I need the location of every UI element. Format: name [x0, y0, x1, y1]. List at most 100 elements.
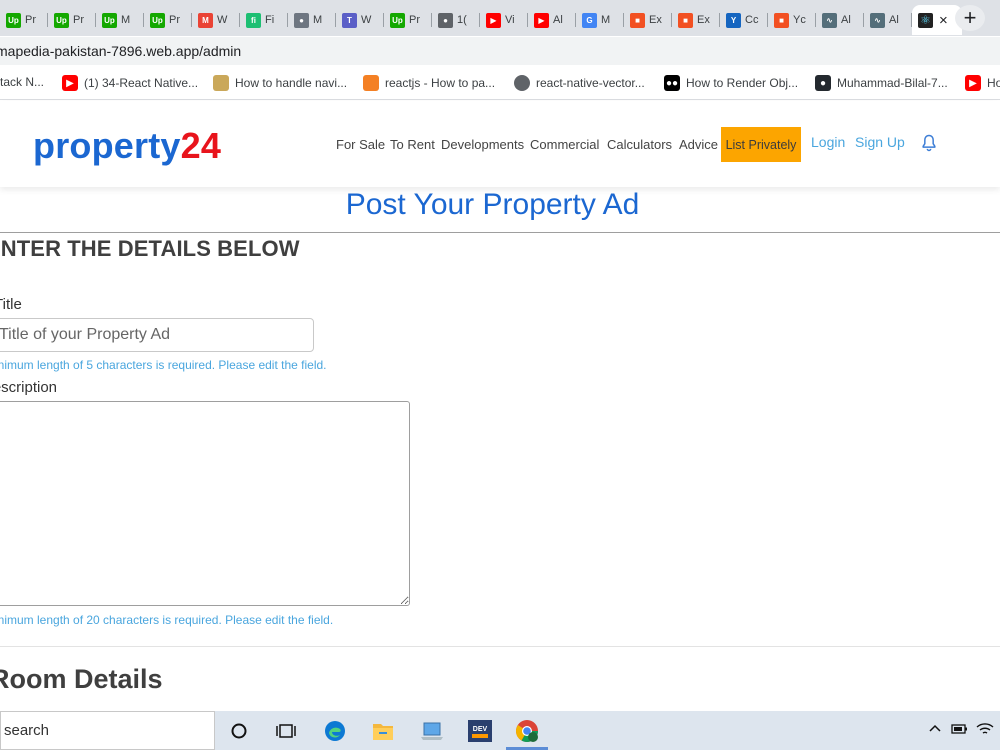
browser-tab[interactable]: ▶ Al — [528, 5, 576, 35]
bookmark-item[interactable]: ● Muhammad-Bilal-7... — [815, 75, 948, 91]
description-textarea[interactable] — [0, 401, 410, 606]
browser-tab[interactable]: ▶ Vi — [480, 5, 528, 35]
browser-tab[interactable]: ■ Ex — [672, 5, 720, 35]
tab-label: M — [601, 14, 611, 26]
github-icon: ● — [294, 12, 309, 28]
bookmark-item[interactable]: reactjs - How to pa... — [363, 75, 495, 91]
youtube-icon: ▶ — [62, 75, 78, 91]
browser-tab[interactable]: ● 1( — [432, 5, 480, 35]
browser-tab-strip: Up Pr Up Pr Up M Up Pr M Wfi Fi ● M T W Up Pr ● 1(▶ Vi ▶ Al G M… — [0, 0, 1000, 36]
tab-label: Vi — [505, 14, 515, 26]
browser-tab[interactable]: Up Pr — [0, 5, 48, 35]
bookmark-item[interactable]: ▶ (1) 34-React Native... — [62, 75, 198, 91]
cortana-icon[interactable] — [226, 718, 252, 744]
nav-calculators[interactable]: Calculators — [607, 137, 672, 152]
globe-icon: ● — [438, 12, 453, 28]
chrome-icon[interactable] — [514, 718, 540, 744]
browser-tab[interactable]: MW — [192, 5, 240, 35]
browser-tab[interactable]: Up Pr — [384, 5, 432, 35]
microsoft-icon: ■ — [630, 12, 645, 28]
tab-label: W — [217, 14, 228, 26]
bookmark-label: How to Render Obj... — [686, 76, 799, 90]
section-heading: ENTER THE DETAILS BELOW — [0, 236, 300, 261]
youtube-icon: ▶ — [965, 75, 981, 91]
nav-developments[interactable]: Developments — [441, 137, 524, 152]
tab-label: Al — [889, 14, 899, 26]
new-tab-button[interactable]: + — [955, 5, 985, 31]
nav-commercial[interactable]: Commercial — [530, 137, 599, 152]
browser-tab[interactable]: Y Cc — [720, 5, 768, 35]
task-view-icon[interactable] — [273, 718, 299, 744]
tab-label: Cc — [745, 14, 759, 26]
bookmark-label: reactjs - How to pa... — [385, 76, 496, 90]
bookmark-label: Ho — [987, 76, 1000, 90]
upwork-icon: Up — [390, 12, 405, 28]
fiverr-icon: fi — [246, 12, 261, 28]
login-link[interactable]: Login — [811, 134, 845, 150]
divider — [0, 646, 1000, 647]
upwork-icon: Up — [6, 12, 21, 28]
upwork-icon: Up — [102, 12, 117, 28]
url-field[interactable]: mapedia-pakistan-7896.web.app/admin — [0, 37, 1000, 65]
edge-icon[interactable] — [322, 718, 348, 744]
bell-icon[interactable] — [919, 133, 939, 153]
nav-advice[interactable]: Advice — [679, 137, 718, 152]
bookmark-label: How to handle navi... — [235, 76, 348, 90]
bookmark-item[interactable]: Stack N... — [0, 75, 44, 89]
upwork-icon: Up — [54, 12, 69, 28]
ice-icon: Y — [726, 12, 741, 28]
bookmark-item[interactable]: ▶ Ho — [965, 75, 1000, 91]
browser-tab[interactable]: ∿ Al — [864, 5, 912, 35]
file-explorer-icon[interactable] — [370, 718, 396, 744]
room-details-heading: Room Details — [0, 664, 163, 694]
bookmark-label: react-native-vector... — [536, 76, 645, 90]
browser-tab[interactable]: TW — [336, 5, 384, 35]
tab-label: Ex — [697, 14, 710, 26]
tab-label: Al — [841, 14, 851, 26]
battery-icon[interactable] — [950, 722, 968, 739]
bookmark-label: (1) 34-React Native... — [84, 76, 199, 90]
browser-tab[interactable]: GM — [576, 5, 624, 35]
tab-label: Pr — [169, 14, 180, 26]
globe-icon — [514, 75, 530, 91]
tab-label: 1( — [457, 14, 467, 26]
tab-label: W — [361, 14, 372, 26]
browser-tab[interactable]: Up Pr — [144, 5, 192, 35]
gmail-icon: M — [198, 12, 213, 28]
nav-for-sale[interactable]: For Sale — [336, 137, 385, 152]
search-placeholder: search — [4, 722, 50, 739]
browser-tab[interactable]: ■ Ex — [624, 5, 672, 35]
close-tab-icon[interactable]: × — [939, 12, 948, 29]
chart-icon: ∿ — [870, 12, 885, 28]
list-privately-button[interactable]: List Privately — [721, 127, 801, 162]
laptop-app-icon[interactable] — [419, 718, 445, 744]
address-bar: mapedia-pakistan-7896.web.app/admin — [0, 36, 1000, 66]
react-icon: ⚛ — [918, 12, 933, 28]
browser-tab[interactable]: Up Pr — [48, 5, 96, 35]
bookmarks-bar: Stack N... ▶ (1) 34-React Native... How to … — [0, 66, 1000, 100]
bookmark-item[interactable]: ●● How to Render Obj... — [664, 75, 798, 91]
devc-icon[interactable]: DEV — [467, 718, 493, 744]
site-logo[interactable]: property24 — [33, 125, 221, 167]
wifi-icon[interactable] — [976, 722, 994, 739]
nav-to-rent[interactable]: To Rent — [390, 137, 435, 152]
chevron-up-icon[interactable] — [928, 722, 942, 737]
github-icon: ● — [815, 75, 831, 91]
browser-tab[interactable]: ∿ Al — [816, 5, 864, 35]
tab-label: Pr — [73, 14, 84, 26]
title-input[interactable] — [0, 318, 314, 352]
svg-text:DEV: DEV — [473, 726, 488, 733]
browser-tab[interactable]: Up M — [96, 5, 144, 35]
browser-tab[interactable]: ■ Yc — [768, 5, 816, 35]
bookmark-item[interactable]: How to handle navi... — [213, 75, 347, 91]
youtube-icon: ▶ — [486, 12, 501, 28]
bookmark-label: Muhammad-Bilal-7... — [837, 76, 948, 90]
browser-tab[interactable]: ● M — [288, 5, 336, 35]
microsoft-icon: ■ — [678, 12, 693, 28]
medium-icon: ●● — [664, 75, 680, 91]
bookmark-item[interactable]: react-native-vector... — [514, 75, 645, 91]
tab-label: Al — [553, 14, 563, 26]
browser-tab[interactable]: fi Fi — [240, 5, 288, 35]
taskbar-search-input[interactable]: search — [0, 711, 215, 750]
signup-link[interactable]: Sign Up — [855, 134, 905, 150]
